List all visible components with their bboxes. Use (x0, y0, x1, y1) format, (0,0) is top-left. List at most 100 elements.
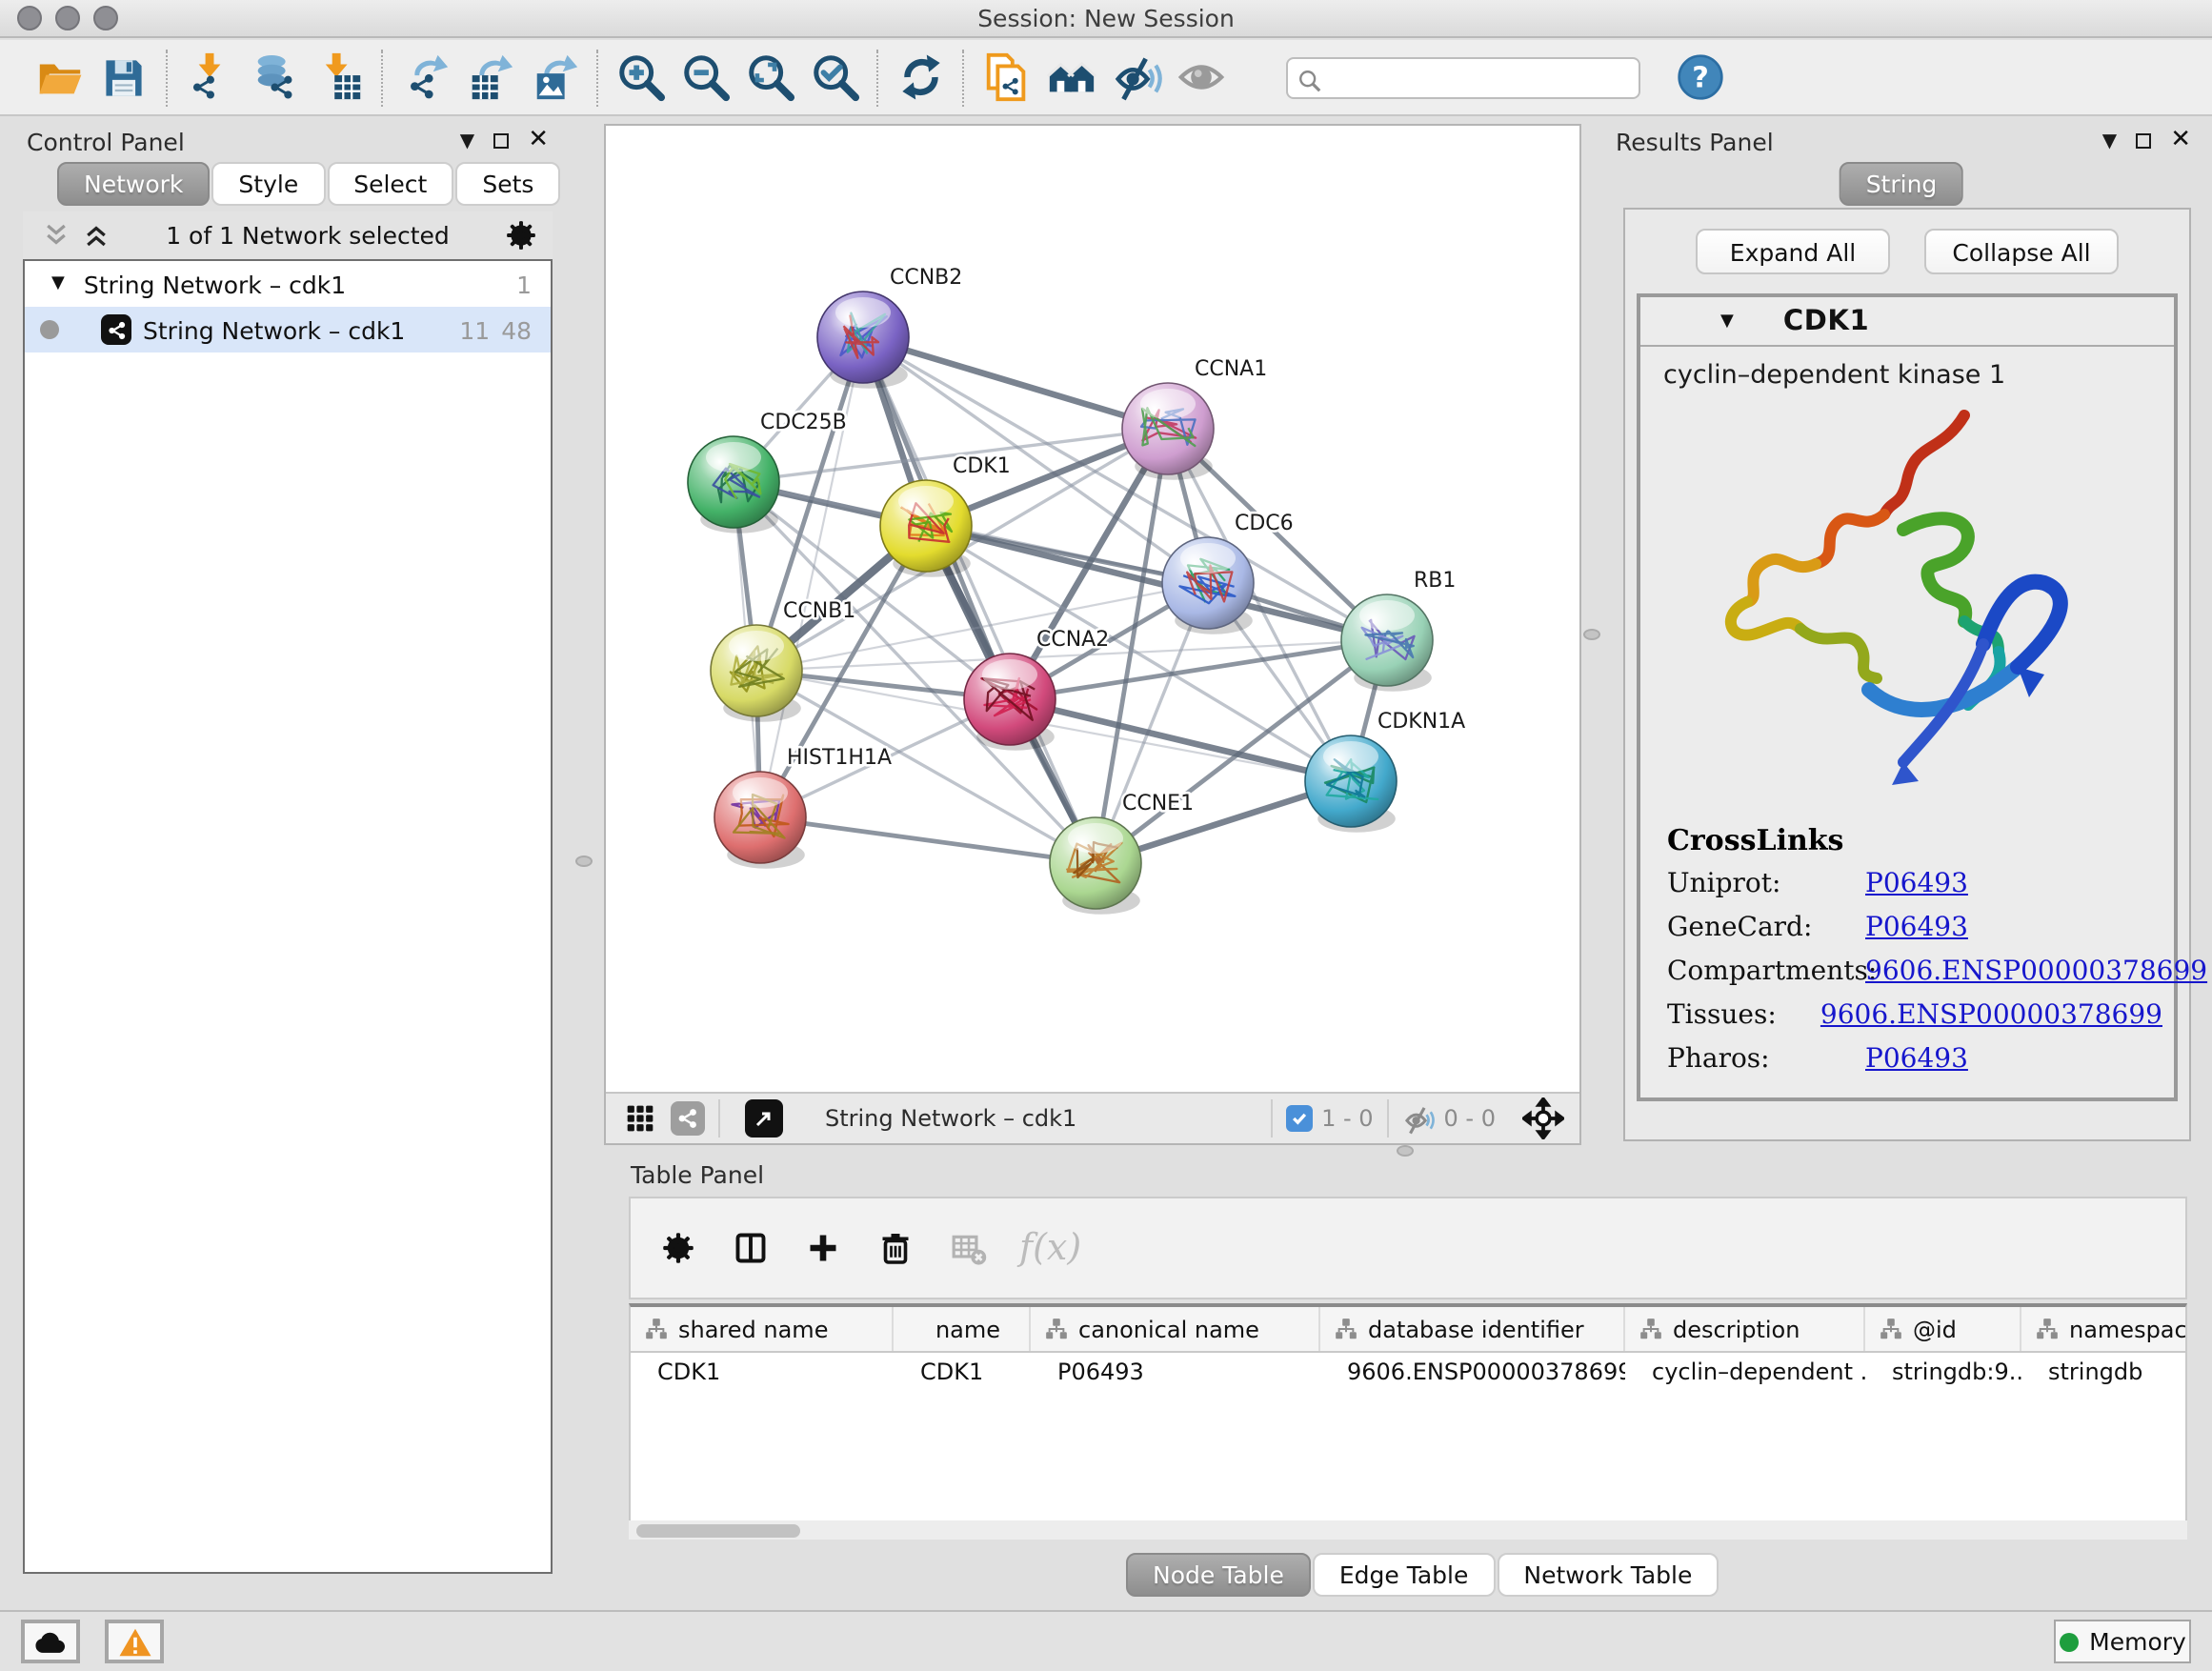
table-cell[interactable]: stringdb:9... (1865, 1353, 2021, 1391)
collapse-all-icon[interactable] (42, 221, 70, 250)
tab-style[interactable]: Style (211, 162, 325, 206)
delete-column-trash-icon[interactable] (859, 1212, 932, 1284)
splitter-handle[interactable] (1397, 1145, 1414, 1157)
collapse-entry-icon[interactable]: ▼ (1720, 312, 1734, 331)
table-settings-gear-icon[interactable] (642, 1212, 714, 1284)
expand-all-button[interactable]: Expand All (1696, 229, 1890, 274)
crosslink-link[interactable]: 9606.ENSP00000378699 (1865, 956, 2207, 987)
node-label-CDC25B: CDC25B (760, 411, 847, 434)
table-horizontal-scrollbar[interactable] (629, 1520, 2187, 1540)
export-network-icon[interactable] (392, 47, 457, 108)
tab-sets[interactable]: Sets (455, 162, 560, 206)
panel-float-icon[interactable]: ▼ (2102, 131, 2117, 151)
export-table-icon[interactable] (457, 47, 522, 108)
zoom-selected-icon[interactable] (802, 47, 867, 108)
tab-string[interactable]: String (1840, 162, 1964, 206)
import-table-icon[interactable] (307, 47, 372, 108)
export-image-icon[interactable] (522, 47, 587, 108)
network-edge[interactable] (863, 337, 1096, 863)
network-node-CDK1[interactable]: CDK1 (880, 454, 1011, 577)
show-eye-icon[interactable] (1168, 47, 1233, 108)
show-columns-icon[interactable] (714, 1212, 787, 1284)
splitter-handle[interactable] (1583, 629, 1600, 640)
column-header-database-identifier[interactable]: database identifier (1320, 1307, 1625, 1351)
gear-icon[interactable] (505, 219, 537, 252)
panel-close-icon[interactable]: ✕ (528, 133, 549, 149)
tab-network[interactable]: Network (57, 162, 210, 206)
table-cell[interactable]: CDK1 (631, 1353, 894, 1391)
network-node-RB1[interactable]: RB1 (1341, 569, 1456, 692)
network-collection-row[interactable]: ▼ String Network – cdk1 1 (25, 261, 551, 307)
memory-button[interactable]: Memory (2054, 1620, 2191, 1663)
network-node-CCNA1[interactable]: CCNA1 (1122, 357, 1267, 480)
column-header-namespace[interactable]: namespace (2021, 1307, 2187, 1351)
zoom-fit-icon[interactable] (737, 47, 802, 108)
network-node-CCNB1[interactable]: CCNB1 (711, 599, 855, 722)
table-cell[interactable]: stringdb (2021, 1353, 2187, 1391)
network-node-CDKN1A[interactable]: CDKN1A (1305, 710, 1465, 833)
table-cell[interactable]: CDK1 (894, 1353, 1031, 1391)
save-session-icon[interactable] (91, 47, 156, 108)
column-header-canonical-name[interactable]: canonical name (1031, 1307, 1320, 1351)
network-edge[interactable] (760, 817, 1096, 863)
crosslink-link[interactable]: P06493 (1865, 1044, 1968, 1075)
column-header-description[interactable]: description (1625, 1307, 1865, 1351)
selected-checkbox-icon[interactable] (1285, 1105, 1312, 1132)
home-pages-icon[interactable] (1038, 47, 1103, 108)
function-builder-icon[interactable]: f(x) (1019, 1227, 1081, 1269)
refresh-layout-icon[interactable] (888, 47, 953, 108)
collapse-all-button[interactable]: Collapse All (1924, 229, 2119, 274)
column-header-name[interactable]: name (894, 1307, 1031, 1351)
zoom-in-icon[interactable] (608, 47, 673, 108)
tab-edge-table[interactable]: Edge Table (1313, 1553, 1496, 1597)
pan-crosshair-icon[interactable] (1522, 1097, 1564, 1139)
network-share-view-icon[interactable] (671, 1101, 705, 1136)
panel-maximize-icon[interactable] (493, 133, 509, 149)
delete-table-icon[interactable] (932, 1212, 1004, 1284)
column-header--id[interactable]: @id (1865, 1307, 2021, 1351)
cloud-status-button[interactable] (21, 1620, 80, 1663)
tab-node-table[interactable]: Node Table (1126, 1553, 1311, 1597)
tab-select[interactable]: Select (327, 162, 453, 206)
table-cell[interactable]: cyclin–dependent ... (1625, 1353, 1865, 1391)
node-result-header[interactable]: ▼ CDK1 (1640, 297, 2174, 347)
search-input[interactable] (1286, 56, 1640, 98)
crosslink-link[interactable]: P06493 (1865, 869, 1968, 899)
open-session-icon[interactable] (27, 47, 91, 108)
import-network-icon[interactable] (177, 47, 242, 108)
help-icon[interactable]: ? (1667, 47, 1732, 108)
network-node-HIST1H1A[interactable]: HIST1H1A (714, 746, 892, 869)
open-in-window-icon[interactable] (745, 1099, 783, 1137)
panel-maximize-icon[interactable] (2136, 133, 2151, 149)
selected-count: 1 - 0 (1321, 1105, 1373, 1132)
table-cell[interactable]: 9606.ENSP00000378699 (1320, 1353, 1625, 1391)
node-label-HIST1H1A: HIST1H1A (787, 746, 892, 770)
expand-all-icon[interactable] (82, 221, 111, 250)
panel-float-icon[interactable]: ▼ (460, 131, 474, 151)
hidden-eye-icon[interactable] (1402, 1102, 1435, 1135)
table-cell[interactable]: P06493 (1031, 1353, 1320, 1391)
tree-expand-icon[interactable]: ▼ (51, 274, 65, 293)
table-row[interactable]: CDK1CDK1P064939606.ENSP00000378699cyclin… (631, 1353, 2185, 1391)
hide-panels-eye-icon[interactable] (1103, 47, 1168, 108)
network-row[interactable]: String Network – cdk1 11 48 (25, 307, 551, 352)
tab-network-table[interactable]: Network Table (1497, 1553, 1719, 1597)
network-canvas[interactable]: CCNB2CCNA1CDC25BCDK1CDC6RB1CCNB1CCNA2CDK… (606, 126, 1579, 1092)
network-edge[interactable] (863, 337, 1168, 429)
crosslink-link[interactable]: 9606.ENSP00000378699 (1820, 1000, 2162, 1031)
panel-close-icon[interactable]: ✕ (2170, 133, 2191, 149)
cloud-icon (32, 1628, 69, 1655)
string-document-icon[interactable] (974, 47, 1038, 108)
zoom-out-icon[interactable] (673, 47, 737, 108)
crosslink-link[interactable]: P06493 (1865, 913, 1968, 943)
column-header-shared-name[interactable]: shared name (631, 1307, 894, 1351)
network-edge[interactable] (926, 526, 1387, 640)
import-network-from-database-icon[interactable] (242, 47, 307, 108)
scrollbar-thumb[interactable] (636, 1523, 800, 1537)
network-edge[interactable] (756, 583, 1208, 671)
add-column-icon[interactable] (787, 1212, 859, 1284)
splitter-handle[interactable] (575, 856, 593, 867)
warnings-button[interactable] (105, 1620, 164, 1663)
grid-view-icon[interactable] (625, 1103, 655, 1134)
network-node-CCNB2[interactable]: CCNB2 (817, 266, 962, 389)
